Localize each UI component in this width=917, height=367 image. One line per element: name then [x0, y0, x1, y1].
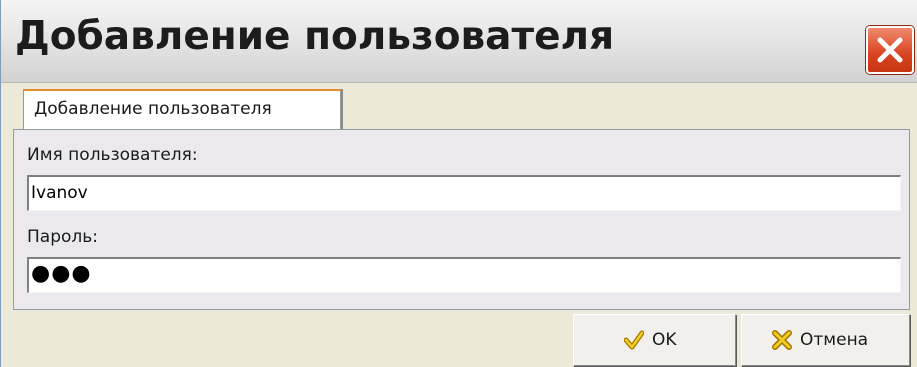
close-icon	[877, 37, 903, 63]
ok-button[interactable]: OK	[573, 314, 736, 366]
cancel-button[interactable]: Отмена	[741, 314, 910, 366]
password-label: Пароль:	[27, 227, 99, 247]
password-input[interactable]: ●●●	[27, 257, 901, 293]
cancel-button-label: Отмена	[800, 330, 869, 350]
close-button[interactable]	[866, 26, 914, 74]
dialog-window: Добавление пользователя Добавление польз…	[0, 0, 917, 367]
ok-button-label: OK	[652, 330, 677, 350]
username-input[interactable]: Ivanov	[27, 175, 901, 211]
window-title: Добавление пользователя	[15, 14, 615, 59]
tab-label: Добавление пользователя	[34, 99, 272, 119]
cross-icon	[772, 330, 792, 350]
username-label: Имя пользователя:	[27, 145, 198, 165]
checkmark-icon	[624, 330, 644, 350]
tab-strip: Добавление пользователя	[13, 86, 910, 130]
tab-add-user[interactable]: Добавление пользователя	[23, 89, 341, 129]
title-bar[interactable]: Добавление пользователя	[1, 0, 917, 83]
